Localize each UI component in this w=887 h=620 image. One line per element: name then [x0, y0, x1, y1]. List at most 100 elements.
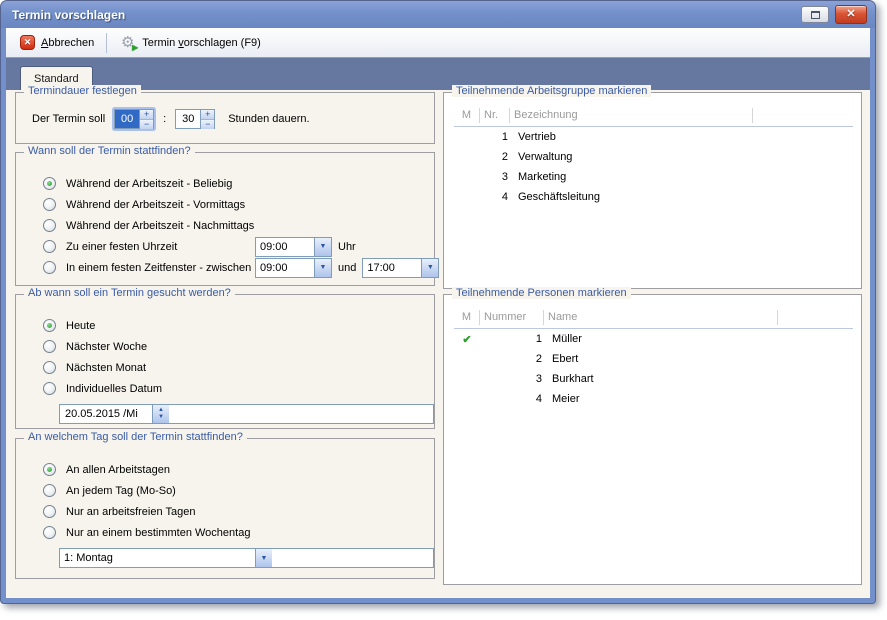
list-header: MNummerName: [454, 307, 853, 329]
radio-option[interactable]: Individuelles Datum: [16, 378, 434, 399]
radio-option[interactable]: In einem festen Zeitfenster - zwischen 09…: [16, 257, 434, 278]
radio-button[interactable]: [43, 240, 56, 253]
group-duration-title: Termindauer festlegen: [24, 85, 141, 97]
row-number: 3: [480, 373, 544, 385]
close-button[interactable]: ✕: [835, 5, 867, 24]
time-combobox[interactable]: 09:00▼: [255, 258, 332, 278]
table-row[interactable]: 4Geschäftsleitung: [454, 187, 853, 207]
radio-option[interactable]: Nächsten Monat: [16, 357, 434, 378]
radio-button[interactable]: [43, 261, 56, 274]
check-icon[interactable]: ✔: [454, 333, 480, 346]
table-row[interactable]: 1Vertrieb: [454, 127, 853, 147]
window-body: ✕ Abbrechen ⚙▶ Termin vorschlagen (F9) S…: [6, 28, 870, 598]
radio-option[interactable]: Heute: [16, 315, 434, 336]
title-bar[interactable]: Termin vorschlagen ✕: [1, 1, 875, 28]
chevron-down-icon[interactable]: ▼: [255, 549, 272, 567]
column-header[interactable]: [753, 108, 853, 123]
date-spin-buttons[interactable]: ▲▼: [152, 405, 169, 423]
inline-label: Uhr: [338, 241, 356, 253]
row-name: Vertrieb: [510, 131, 853, 143]
minutes-spinner[interactable]: 30 +−: [175, 109, 215, 129]
restore-button[interactable]: [801, 6, 829, 23]
inline-label: und: [338, 262, 356, 274]
hours-spinner[interactable]: 00 +−: [114, 109, 154, 129]
column-header[interactable]: [778, 310, 853, 325]
close-icon: ✕: [846, 9, 855, 20]
chevron-down-icon[interactable]: ▼: [314, 259, 331, 277]
radio-button[interactable]: [43, 463, 56, 476]
tab-content: Termindauer festlegen Der Termin soll 00…: [6, 90, 870, 598]
radio-button[interactable]: [43, 361, 56, 374]
radio-label: Zu einer festen Uhrzeit: [66, 241, 177, 253]
row-name: Marketing: [510, 171, 853, 183]
radio-label: Nächster Woche: [66, 341, 147, 353]
weekday-value[interactable]: 1: Montag: [60, 549, 255, 567]
radio-button[interactable]: [43, 319, 56, 332]
row-number: 2: [480, 353, 544, 365]
radio-option[interactable]: Nur an einem bestimmten Wochentag: [16, 522, 434, 543]
radio-option[interactable]: Während der Arbeitszeit - Beliebig: [16, 173, 434, 194]
radio-button[interactable]: [43, 505, 56, 518]
duration-prefix-label: Der Termin soll: [32, 113, 105, 125]
chevron-down-icon[interactable]: ▼: [314, 238, 331, 256]
radio-option[interactable]: Während der Arbeitszeit - Nachmittags: [16, 215, 434, 236]
radio-option[interactable]: Nächster Woche: [16, 336, 434, 357]
hours-value[interactable]: 00: [114, 109, 140, 129]
radio-button[interactable]: [43, 219, 56, 232]
individual-date-field[interactable]: 20.05.2015 /Mi ▲▼: [59, 404, 434, 424]
column-header[interactable]: M: [454, 310, 480, 325]
cancel-button-label: Abbrechen: [41, 37, 94, 49]
spin-down-icon: −: [201, 120, 214, 129]
table-row[interactable]: 2Ebert: [454, 349, 853, 369]
arrow-up-icon: ▲: [158, 407, 164, 414]
radio-label: Nur an einem bestimmten Wochentag: [66, 527, 250, 539]
group-workgroups: Teilnehmende Arbeitsgruppe markieren MNr…: [443, 92, 862, 289]
duration-colon: :: [163, 113, 166, 125]
hours-spin-buttons[interactable]: +−: [140, 109, 154, 129]
radio-label: In einem festen Zeitfenster - zwischen: [66, 262, 251, 274]
minutes-value[interactable]: 30: [175, 109, 201, 129]
radio-button[interactable]: [43, 198, 56, 211]
table-row[interactable]: 2Verwaltung: [454, 147, 853, 167]
chevron-down-icon[interactable]: ▼: [421, 259, 438, 277]
weekday-combobox[interactable]: 1: Montag ▼: [59, 548, 434, 568]
group-when-title: Wann soll der Termin stattfinden?: [24, 145, 195, 157]
radio-button[interactable]: [43, 484, 56, 497]
radio-button[interactable]: [43, 526, 56, 539]
row-number: 1: [480, 333, 544, 345]
radio-button[interactable]: [43, 177, 56, 190]
combobox-value[interactable]: 09:00: [256, 238, 314, 256]
column-header[interactable]: Name: [544, 310, 778, 325]
radio-option[interactable]: Während der Arbeitszeit - Vormittags: [16, 194, 434, 215]
radio-option[interactable]: An allen Arbeitstagen: [16, 459, 434, 480]
table-row[interactable]: 3Marketing: [454, 167, 853, 187]
spin-down-icon: −: [140, 120, 153, 129]
cancel-x-icon: ✕: [20, 35, 35, 50]
radio-button[interactable]: [43, 340, 56, 353]
time-combobox[interactable]: 09:00▼: [255, 237, 332, 257]
combobox-value[interactable]: 17:00: [363, 259, 421, 277]
radio-button[interactable]: [43, 382, 56, 395]
radio-option[interactable]: Zu einer festen Uhrzeit 09:00▼ Uhr: [16, 236, 434, 257]
combobox-value[interactable]: 09:00: [256, 259, 314, 277]
list-header: MNr.Bezeichnung: [454, 105, 853, 127]
suggest-appointment-button[interactable]: ⚙▶ Termin vorschlagen (F9): [114, 33, 266, 53]
table-row[interactable]: 3Burkhart: [454, 369, 853, 389]
column-header[interactable]: Bezeichnung: [510, 108, 753, 123]
restore-icon: [811, 11, 820, 19]
cancel-button[interactable]: ✕ Abbrechen: [15, 33, 99, 52]
table-row[interactable]: ✔1Müller: [454, 329, 853, 349]
column-header[interactable]: M: [454, 108, 480, 123]
radio-option[interactable]: An jedem Tag (Mo-So): [16, 480, 434, 501]
persons-list: MNummerName✔1Müller2Ebert3Burkhart4Meier: [444, 295, 861, 584]
table-row[interactable]: 4Meier: [454, 389, 853, 409]
column-header[interactable]: Nummer: [480, 310, 544, 325]
date-value[interactable]: 20.05.2015 /Mi: [60, 405, 152, 423]
radio-option[interactable]: Nur an arbeitsfreien Tagen: [16, 501, 434, 522]
group-duration: Termindauer festlegen Der Termin soll 00…: [15, 92, 435, 144]
column-header[interactable]: Nr.: [480, 108, 510, 123]
time-combobox[interactable]: 17:00▼: [362, 258, 439, 278]
suggest-button-label: Termin vorschlagen (F9): [142, 37, 261, 49]
row-number: 3: [480, 171, 510, 183]
minutes-spin-buttons[interactable]: +−: [201, 109, 215, 129]
